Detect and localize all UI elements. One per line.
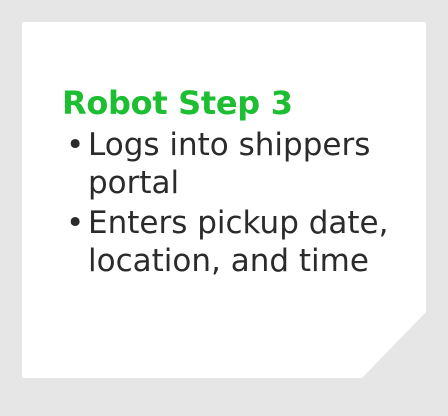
- bullet-dot: •: [66, 205, 85, 241]
- bullet-dot: •: [66, 127, 85, 163]
- step-bullet-item: • Enters pickup date, location, and time: [62, 204, 402, 280]
- step-card: Robot Step 3 • Logs into shippers portal…: [62, 84, 402, 282]
- step-bullet-text: Enters pickup date, location, and time: [88, 205, 389, 279]
- step-bullet-list: • Logs into shippers portal • Enters pic…: [62, 126, 402, 280]
- step-title: Robot Step 3: [62, 84, 293, 122]
- step-bullet-text: Logs into shippers portal: [88, 127, 371, 201]
- step-bullet-item: • Logs into shippers portal: [62, 126, 402, 202]
